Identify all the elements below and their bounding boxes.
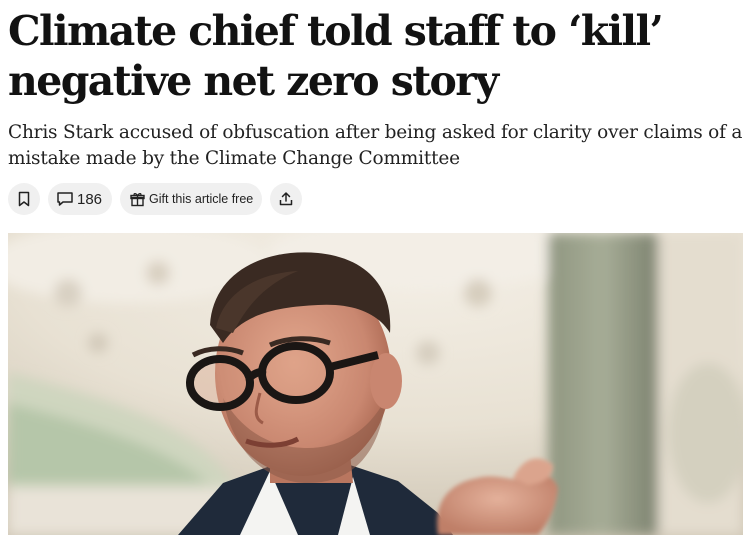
bookmark-button[interactable] <box>8 183 40 215</box>
gift-icon <box>130 192 145 206</box>
comments-button[interactable]: 186 <box>48 183 113 215</box>
comment-icon <box>57 192 73 206</box>
gift-article-label: Gift this article free <box>149 192 254 206</box>
share-button[interactable] <box>270 183 303 215</box>
article-standfirst: Chris Stark accused of obfuscation after… <box>8 122 743 169</box>
article-headline: Climate chief told staff to ‘kill’ negat… <box>8 7 664 105</box>
article-toolbar: 186 Gift this article free <box>8 183 310 215</box>
article-photo <box>8 233 743 535</box>
share-icon <box>279 192 293 206</box>
comment-count: 186 <box>77 190 103 208</box>
bookmark-icon <box>18 191 30 207</box>
gift-article-button[interactable]: Gift this article free <box>120 183 263 215</box>
article-lead-image <box>8 233 743 535</box>
